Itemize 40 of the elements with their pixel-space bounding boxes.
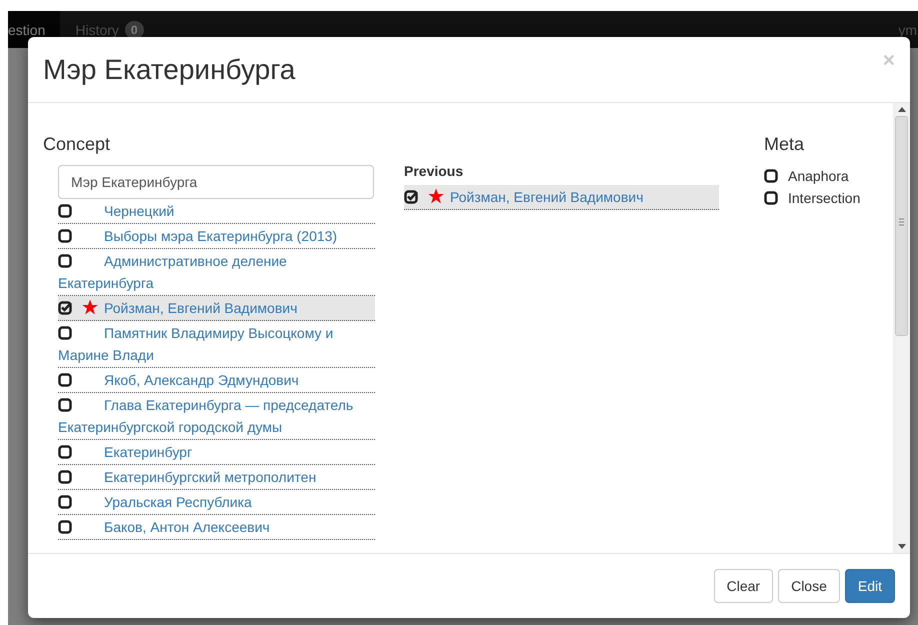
concept-item[interactable]: Памятник Владимиру Высоцкому и Марине Влади: [58, 320, 375, 368]
scroll-up-icon[interactable]: [898, 107, 906, 112]
scroll-down-icon[interactable]: [898, 544, 906, 549]
checkbox-icon[interactable]: [58, 228, 72, 243]
concept-item[interactable]: Выборы мэра Екатеринбурга (2013): [58, 224, 375, 249]
scrollbar[interactable]: [893, 103, 910, 553]
option-label: Intersection: [788, 188, 860, 208]
concept-item[interactable]: Якоб, Александр Эдмундович: [58, 368, 375, 393]
concept-item[interactable]: Глава Екатеринбурга — председатель Екатеринбургской городской думы: [58, 392, 375, 440]
section-heading: Meta: [764, 135, 806, 155]
selected-concept-item[interactable]: Ройзман, Евгений Вадимович: [404, 185, 719, 210]
option-label: Anaphora: [788, 166, 849, 186]
checked-checkbox-icon[interactable]: [58, 300, 72, 315]
checkbox-icon[interactable]: [58, 520, 72, 534]
modal-title: Мэр Екатеринбурга: [43, 54, 296, 86]
footer-button[interactable]: Close: [778, 569, 840, 603]
section-heading: Previous: [404, 163, 464, 179]
edit-button[interactable]: Edit: [844, 569, 895, 603]
concept-item[interactable]: Чернецкий: [58, 198, 375, 224]
search-field[interactable]: Мэр Екатеринбурга: [58, 164, 374, 199]
checkbox-icon[interactable]: [764, 168, 778, 183]
checkbox-icon[interactable]: [58, 254, 72, 268]
concept-item[interactable]: Уральская Республика: [58, 490, 375, 515]
checkbox-icon[interactable]: [58, 470, 72, 484]
checkbox-icon[interactable]: [58, 204, 72, 218]
count-badge: 0: [124, 20, 144, 38]
checkbox-icon[interactable]: [764, 190, 778, 205]
selected-concept-item[interactable]: Ройзман, Евгений Вадимович: [58, 296, 375, 321]
checkbox-icon[interactable]: [58, 326, 72, 340]
checkbox-icon[interactable]: [58, 372, 72, 387]
scrollbar-thumb[interactable]: [895, 116, 908, 336]
concept-item[interactable]: Екатеринбургский метрополитен: [58, 464, 375, 490]
concept-item[interactable]: Баков, Антон Алексеевич: [58, 514, 375, 540]
concept-item[interactable]: Екатеринбург: [58, 440, 375, 465]
footer-button[interactable]: Clear: [714, 569, 774, 603]
checkbox-icon[interactable]: [58, 494, 72, 509]
checked-checkbox-icon[interactable]: [404, 190, 418, 204]
checkbox-icon[interactable]: [58, 444, 72, 459]
checkbox-icon[interactable]: [58, 398, 72, 412]
section-heading: Concept: [43, 135, 112, 155]
